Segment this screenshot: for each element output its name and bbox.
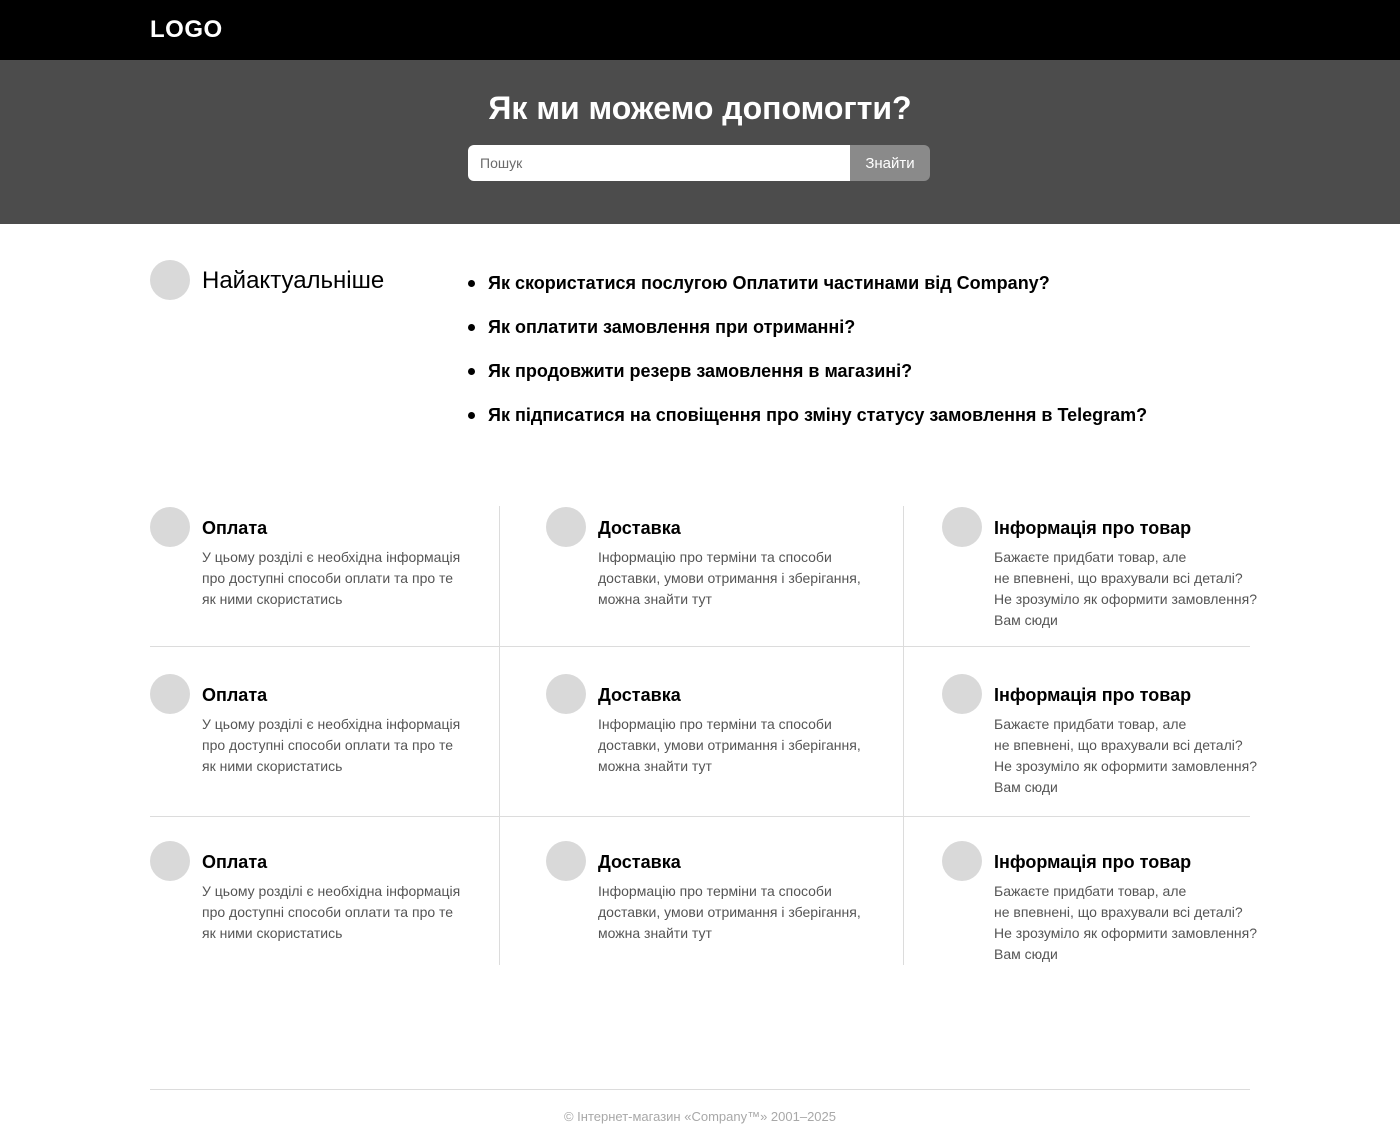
category-title: Інформація про товар bbox=[994, 518, 1192, 538]
row-divider bbox=[150, 646, 1250, 647]
footer-divider bbox=[150, 1089, 1250, 1090]
category-title: Оплата bbox=[202, 852, 268, 872]
hero-title: Як ми можемо допомогти? bbox=[488, 90, 912, 126]
category-title: Оплата bbox=[202, 518, 268, 538]
column-divider bbox=[903, 506, 904, 965]
category-icon bbox=[546, 507, 586, 547]
row-divider bbox=[150, 816, 1250, 817]
category-icon bbox=[546, 841, 586, 881]
category-title: Оплата bbox=[202, 685, 268, 705]
category-description: У цьому розділі є необхідна інформація пр… bbox=[202, 716, 461, 774]
faq-link[interactable]: Як продовжити резерв замовлення в магази… bbox=[468, 358, 1147, 402]
top-section-title: Найактуальніше bbox=[202, 267, 385, 294]
bullet-icon bbox=[468, 368, 475, 375]
category-icon bbox=[942, 841, 982, 881]
search-input[interactable] bbox=[468, 145, 850, 181]
category-icon bbox=[942, 507, 982, 547]
category-description: Інформацію про терміни та способи доставк… bbox=[598, 883, 861, 941]
category-description: Бажаєте придбати товар, але не впевнені, … bbox=[994, 883, 1258, 962]
faq-link-label: Як підписатися на сповіщення про зміну с… bbox=[488, 405, 1148, 425]
category-title: Доставка bbox=[598, 518, 681, 538]
category-title: Доставка bbox=[598, 685, 681, 705]
category-icon bbox=[150, 674, 190, 714]
column-divider bbox=[499, 506, 500, 965]
category-title: Інформація про товар bbox=[994, 852, 1192, 872]
category-description: Інформацію про терміни та способи доставк… bbox=[598, 716, 861, 774]
category-title: Інформація про товар bbox=[994, 685, 1192, 705]
category-icon bbox=[546, 674, 586, 714]
top-section-icon bbox=[150, 260, 190, 300]
category-description: Інформацію про терміни та способи доставк… bbox=[598, 549, 861, 607]
faq-link-label: Як скористатися послугою Оплатити частин… bbox=[488, 273, 1050, 293]
category-description: Бажаєте придбати товар, але не впевнені, … bbox=[994, 549, 1258, 628]
footer-copyright: © Інтернет-магазин «Company™» 2001–2025 bbox=[563, 1109, 836, 1124]
faq-link[interactable]: Як скористатися послугою Оплатити частин… bbox=[468, 270, 1147, 314]
top-faq-list: Як скористатися послугою Оплатити частин… bbox=[468, 270, 1147, 446]
hero-section: Як ми можемо допомогти? Знайти bbox=[0, 60, 1400, 224]
faq-link[interactable]: Як оплатити замовлення при отриманні? bbox=[468, 314, 1147, 358]
category-icon bbox=[942, 674, 982, 714]
category-icon bbox=[150, 841, 190, 881]
faq-link-label: Як продовжити резерв замовлення в магази… bbox=[488, 361, 913, 381]
bullet-icon bbox=[468, 412, 475, 419]
top-bar: LOGO bbox=[0, 0, 1400, 60]
faq-link-label: Як оплатити замовлення при отриманні? bbox=[488, 317, 856, 337]
category-title: Доставка bbox=[598, 852, 681, 872]
bullet-icon bbox=[468, 280, 475, 287]
faq-link[interactable]: Як підписатися на сповіщення про зміну с… bbox=[468, 402, 1147, 446]
category-description: Бажаєте придбати товар, але не впевнені, … bbox=[994, 716, 1258, 795]
category-description: У цьому розділі є необхідна інформація пр… bbox=[202, 883, 461, 941]
bullet-icon bbox=[468, 324, 475, 331]
category-description: У цьому розділі є необхідна інформація пр… bbox=[202, 549, 461, 607]
logo[interactable]: LOGO bbox=[150, 17, 223, 43]
search-bar: Знайти bbox=[468, 145, 930, 181]
search-button[interactable]: Знайти bbox=[850, 145, 930, 181]
category-icon bbox=[150, 507, 190, 547]
